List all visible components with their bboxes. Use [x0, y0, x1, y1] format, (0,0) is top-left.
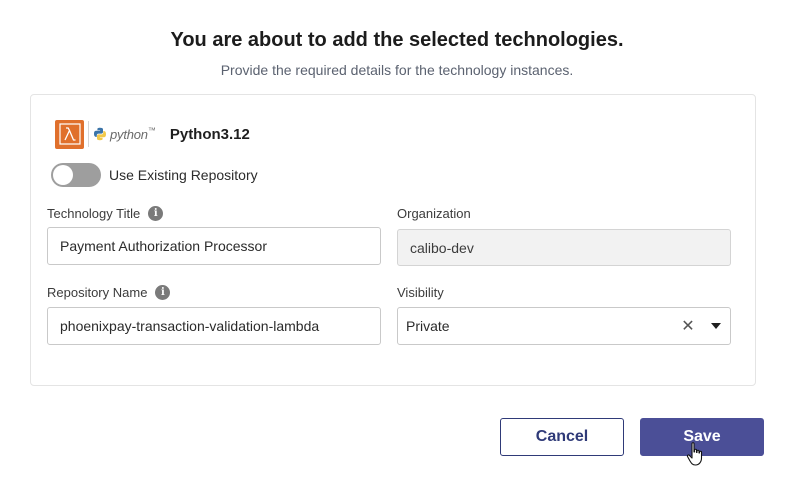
hand-pointer-icon	[686, 442, 703, 466]
organization-value: calibo-dev	[410, 239, 474, 256]
clear-icon[interactable]: ✕	[674, 307, 702, 345]
logo-divider	[88, 121, 89, 147]
chevron-down-icon[interactable]	[702, 307, 730, 345]
page-title: You are about to add the selected techno…	[170, 29, 624, 51]
organization-input: calibo-dev	[397, 229, 731, 266]
repository-name-label-text: Repository Name	[47, 285, 148, 300]
repository-name-value: phoenixpay-transaction-validation-lambda	[60, 318, 320, 334]
toggle-knob	[53, 165, 73, 185]
use-existing-repository-row: Use Existing Repository	[51, 163, 258, 187]
visibility-label: Visibility	[397, 285, 444, 300]
visibility-label-text: Visibility	[397, 285, 444, 300]
technology-card: python ™ Python3.12 Use Existing Reposit…	[30, 94, 756, 386]
python-logo-icon: python ™	[93, 120, 156, 149]
technology-name: Python3.12	[169, 125, 250, 143]
technology-title-label-text: Technology Title	[47, 206, 141, 221]
visibility-value: Private	[406, 318, 450, 334]
add-technologies-dialog: You are about to add the selected techno…	[0, 0, 794, 488]
cancel-button[interactable]: Cancel	[500, 418, 624, 456]
technology-title-input[interactable]: Payment Authorization Processor	[47, 227, 381, 265]
page-subtitle: Provide the required details for the tec…	[220, 62, 574, 78]
technology-title-value: Payment Authorization Processor	[60, 238, 267, 254]
info-icon[interactable]: i	[148, 206, 164, 221]
repository-name-label: Repository Name i	[47, 285, 171, 300]
use-existing-repository-label: Use Existing Repository	[109, 167, 258, 183]
info-icon[interactable]: i	[155, 285, 171, 300]
repository-name-input[interactable]: phoenixpay-transaction-validation-lambda	[47, 307, 381, 345]
use-existing-repository-toggle[interactable]	[51, 163, 101, 187]
technology-title-label: Technology Title i	[47, 206, 164, 221]
organization-label-text: Organization	[397, 206, 471, 221]
aws-lambda-icon	[55, 119, 84, 149]
python-wordmark: python	[110, 126, 148, 142]
visibility-select[interactable]: Private ✕	[397, 307, 731, 345]
technology-header: python ™ Python3.12	[55, 119, 250, 149]
organization-label: Organization	[397, 206, 471, 221]
python-trademark: ™	[147, 125, 156, 135]
